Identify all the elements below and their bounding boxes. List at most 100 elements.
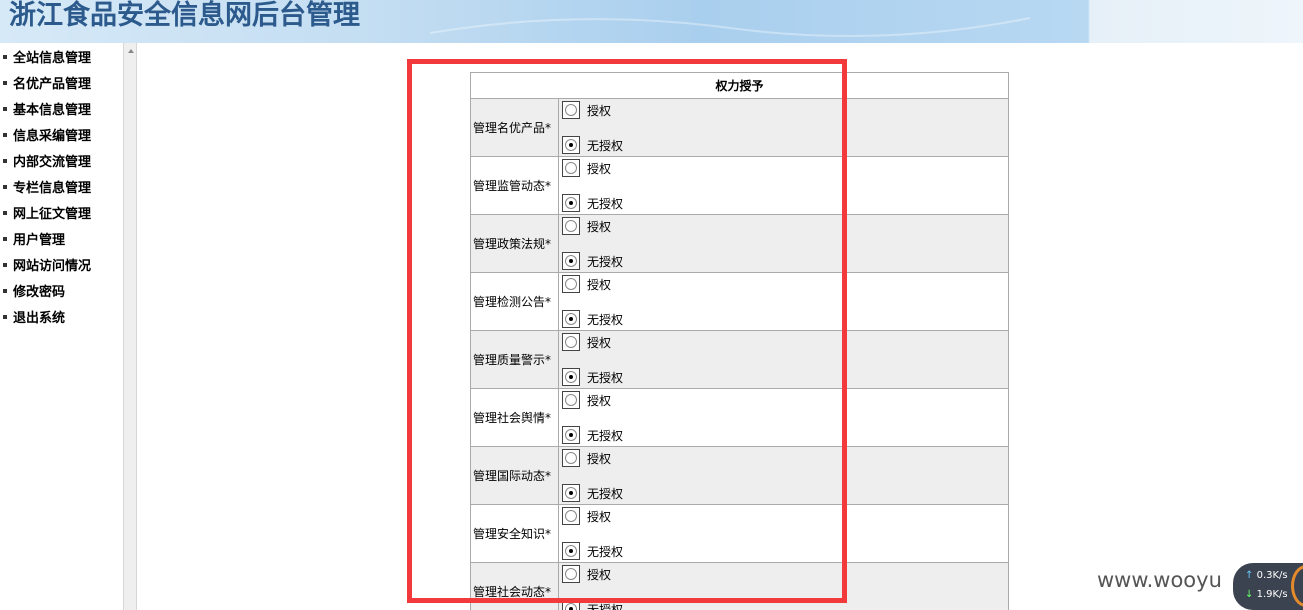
radio-circle-icon	[565, 603, 577, 610]
header-decoration	[430, 17, 1030, 37]
radio-circle-icon	[565, 510, 577, 522]
sidebar-item-essay[interactable]: 网上征文管理	[0, 205, 123, 231]
deny-label: 无授权	[587, 196, 624, 211]
grant-option[interactable]: 授权	[562, 159, 611, 177]
permission-table: 权力授予 管理名优产品* 授权 无授权 管理监管动态* 授权 无授权 管理政策法规* 授权 无授…	[470, 72, 1009, 610]
sidebar-item-internal[interactable]: 内部交流管理	[0, 153, 123, 179]
bullet-icon	[3, 80, 7, 85]
network-monitor-widget[interactable]: ↑ 0.3K/s ↓ 1.9K/s	[1233, 563, 1303, 610]
radio-circle-icon	[565, 336, 577, 348]
grant-radio[interactable]	[562, 449, 580, 467]
deny-option[interactable]: 无授权	[562, 310, 623, 328]
deny-radio[interactable]	[562, 310, 580, 328]
permission-options: 授权无授权	[558, 504, 1009, 563]
deny-radio[interactable]	[562, 194, 580, 212]
gauge-ring-icon	[1291, 565, 1303, 607]
permission-label: 管理国际动态*	[470, 446, 559, 505]
sidebar-item-label: 专栏信息管理	[13, 181, 92, 196]
deny-option[interactable]: 无授权	[562, 600, 623, 610]
deny-option[interactable]: 无授权	[562, 194, 623, 212]
bullet-icon	[3, 184, 7, 189]
sidebar-item-editing[interactable]: 信息采编管理	[0, 127, 123, 153]
sidebar-item-label: 信息采编管理	[13, 129, 92, 144]
page-title: 浙江食品安全信息网后台管理	[9, 0, 360, 31]
radio-circle-icon	[565, 139, 577, 151]
deny-label: 无授权	[587, 254, 624, 269]
deny-option[interactable]: 无授权	[562, 542, 623, 560]
permission-options: 授权 无授权	[558, 562, 1009, 610]
permission-options: 授权 无授权	[558, 446, 1009, 505]
grant-option[interactable]: 授权	[562, 449, 611, 467]
grant-radio[interactable]	[562, 101, 580, 119]
permission-label: 管理社会动态*	[470, 562, 559, 610]
grant-option[interactable]: 授权	[562, 565, 611, 583]
bullet-icon	[3, 288, 7, 293]
radio-circle-icon	[565, 255, 577, 267]
grant-radio[interactable]	[562, 507, 580, 525]
sidebar-item-label: 退出系统	[13, 311, 66, 326]
radio-circle-icon	[565, 429, 577, 441]
sidebar-item-column[interactable]: 专栏信息管理	[0, 179, 123, 205]
deny-option[interactable]: 无授权	[562, 252, 623, 270]
radio-circle-icon	[565, 452, 577, 464]
grant-radio[interactable]	[562, 217, 580, 235]
sidebar-item-products[interactable]: 名优产品管理	[0, 75, 123, 101]
grant-radio[interactable]	[562, 275, 580, 293]
deny-label: 无授权	[587, 486, 624, 501]
grant-label: 授权	[587, 277, 612, 292]
bullet-icon	[3, 158, 7, 163]
sidebar-item-password[interactable]: 修改密码	[0, 283, 123, 309]
grant-option[interactable]: 授权	[562, 507, 611, 525]
deny-radio[interactable]	[562, 600, 580, 610]
permission-label: 管理安全知识*	[470, 504, 559, 563]
deny-label: 无授权	[587, 544, 624, 559]
grant-radio[interactable]	[562, 565, 580, 583]
radio-circle-icon	[565, 394, 577, 406]
grant-option[interactable]: 授权	[562, 217, 611, 235]
sidebar-item-users[interactable]: 用户管理	[0, 231, 123, 257]
sidebar-item-basic-info[interactable]: 基本信息管理	[0, 101, 123, 127]
scroll-up-arrow-icon[interactable]	[128, 49, 134, 53]
deny-label: 无授权	[587, 138, 624, 153]
bullet-icon	[3, 132, 7, 137]
deny-radio[interactable]	[562, 426, 580, 444]
deny-radio[interactable]	[562, 484, 580, 502]
deny-option[interactable]: 无授权	[562, 484, 623, 502]
permission-label: 管理名优产品*	[470, 98, 559, 157]
grant-label: 授权	[587, 451, 612, 466]
deny-label: 无授权	[587, 370, 624, 385]
deny-option[interactable]: 无授权	[562, 136, 623, 154]
sidebar-item-visits[interactable]: 网站访问情况	[0, 257, 123, 283]
permission-options: 授权 无授权	[558, 214, 1009, 273]
grant-option[interactable]: 授权	[562, 333, 611, 351]
deny-radio[interactable]	[562, 136, 580, 154]
sidebar-item-site-info[interactable]: 全站信息管理	[0, 49, 123, 75]
deny-option[interactable]: 无授权	[562, 368, 623, 386]
grant-option[interactable]: 授权	[562, 101, 611, 119]
radio-circle-icon	[565, 487, 577, 499]
frame-scrollbar[interactable]	[123, 43, 137, 610]
permission-row: 管理质量警示* 授权 无授权	[470, 330, 1009, 389]
download-speed: ↓ 1.9K/s	[1245, 589, 1288, 600]
grant-label: 授权	[587, 219, 612, 234]
bullet-icon	[3, 236, 7, 241]
radio-circle-icon	[565, 104, 577, 116]
deny-radio[interactable]	[562, 542, 580, 560]
sidebar-item-label: 用户管理	[13, 233, 66, 248]
deny-radio[interactable]	[562, 252, 580, 270]
upload-speed: ↑ 0.3K/s	[1245, 570, 1288, 581]
grant-radio[interactable]	[562, 159, 580, 177]
deny-option[interactable]: 无授权	[562, 426, 623, 444]
deny-radio[interactable]	[562, 368, 580, 386]
permission-label: 管理监管动态*	[470, 156, 559, 215]
permission-row: 管理政策法规* 授权 无授权	[470, 214, 1009, 273]
sidebar-item-logout[interactable]: 退出系统	[0, 309, 123, 335]
grant-radio[interactable]	[562, 391, 580, 409]
watermark: www.wooyu	[1097, 568, 1222, 592]
permission-label: 管理政策法规*	[470, 214, 559, 273]
grant-option[interactable]: 授权	[562, 391, 611, 409]
grant-label: 授权	[587, 103, 612, 118]
grant-radio[interactable]	[562, 333, 580, 351]
grant-option[interactable]: 授权	[562, 275, 611, 293]
permission-options: 授权 无授权	[558, 388, 1009, 447]
